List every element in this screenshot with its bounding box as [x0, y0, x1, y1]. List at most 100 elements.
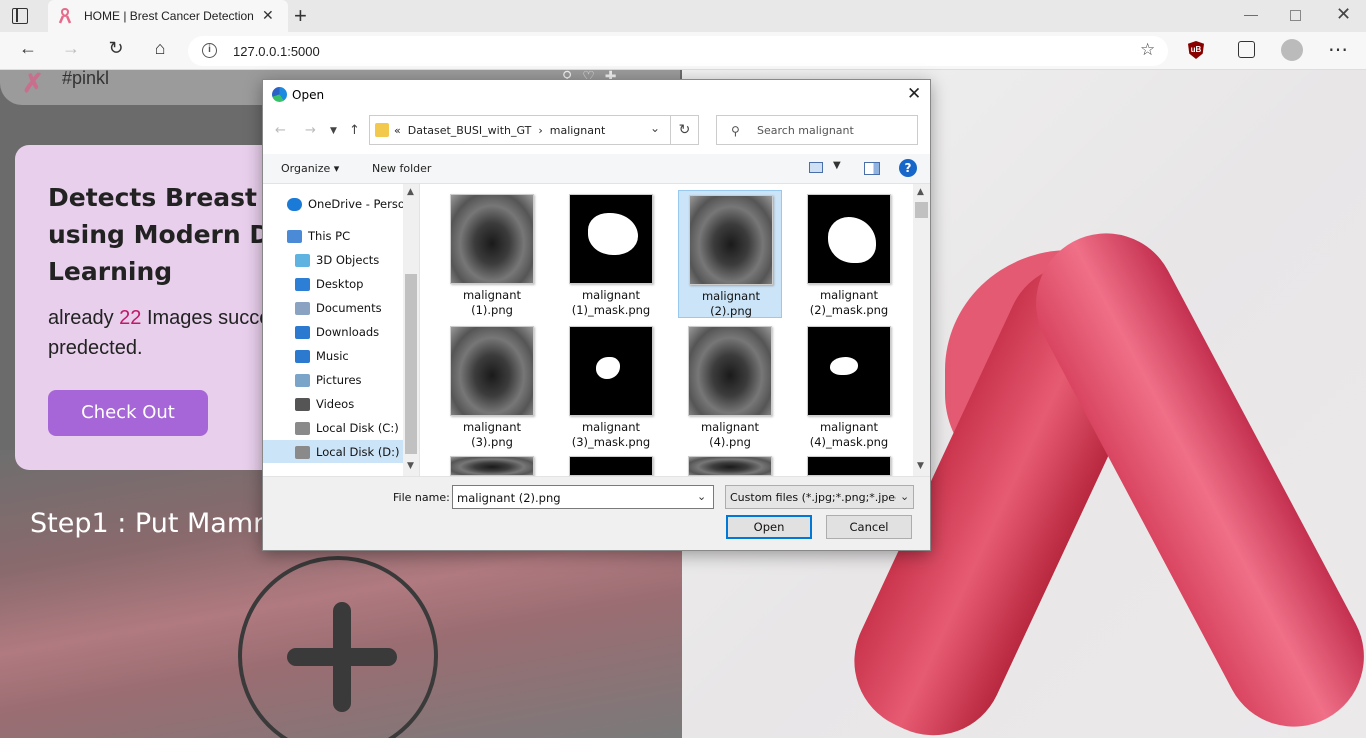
scroll-up-icon[interactable]: ▲ — [407, 187, 414, 197]
recent-locations-icon[interactable]: ▼ — [330, 126, 337, 136]
nav-item[interactable]: Local Disk (C:) — [316, 421, 399, 435]
path-prefix[interactable]: « — [394, 124, 401, 137]
mask-region — [588, 213, 638, 255]
mask-region — [596, 357, 620, 379]
search-icon: ⚲ — [731, 124, 740, 138]
files-pane: malignant (1).png malignant (1)_mask.png m… — [419, 184, 930, 476]
collections-icon[interactable] — [1238, 41, 1255, 58]
file-item[interactable]: malignant (4).png — [678, 322, 782, 450]
navigation-bar: ← → ↻ ⌂ i 127.0.0.1:5000 ☆ uB ⋯ — [0, 32, 1366, 70]
nav-item[interactable]: Downloads — [316, 325, 379, 339]
mask-region — [828, 217, 876, 263]
thumbnail-partial — [450, 456, 534, 476]
music-note-icon — [295, 350, 310, 363]
path-parent[interactable]: Dataset_BUSI_with_GT — [408, 124, 532, 137]
file-name-label: File name: — [393, 491, 450, 504]
files-scroll-thumb[interactable] — [915, 202, 928, 218]
tab-actions-icon[interactable] — [12, 8, 28, 24]
settings-menu-icon[interactable]: ⋯ — [1328, 37, 1349, 62]
refresh-icon[interactable]: ↻ — [103, 38, 129, 59]
files-scroll-down-icon[interactable]: ▼ — [917, 461, 924, 471]
file-item[interactable]: malignant (1)_mask.png — [559, 190, 663, 318]
file-item[interactable]: malignant (3).png — [440, 322, 544, 450]
nav-item[interactable]: Videos — [316, 397, 354, 411]
ribbon-logo-icon[interactable]: ✗ — [22, 70, 44, 99]
path-bar[interactable]: « Dataset_BUSI_with_GT › malignant ⌄ — [369, 115, 671, 145]
organize-menu[interactable]: Organize ▾ — [281, 162, 339, 175]
tab-close-icon[interactable]: ✕ — [262, 7, 274, 24]
new-tab-icon[interactable]: + — [294, 3, 307, 29]
path-separator[interactable]: › — [538, 124, 542, 137]
cube-icon — [295, 254, 310, 267]
file-label: malignant (2).png — [701, 289, 761, 318]
file-item[interactable]: malignant (2).png — [678, 190, 782, 318]
preview-pane-icon[interactable] — [864, 162, 880, 175]
drive-icon — [295, 446, 310, 459]
dialog-refresh-icon[interactable]: ↻ — [671, 115, 699, 145]
command-bar: Organize ▾ New folder ▼ ? — [263, 154, 930, 184]
desktop-icon — [295, 278, 310, 291]
nav-item[interactable]: 3D Objects — [316, 253, 379, 267]
folder-icon — [375, 123, 389, 137]
plus-icon-vertical — [333, 602, 351, 712]
file-name-input[interactable]: malignant (2).png ⌄ — [452, 485, 714, 509]
nav-item[interactable]: Documents — [316, 301, 382, 315]
search-placeholder[interactable]: Search malignant — [757, 124, 854, 137]
file-item[interactable]: malignant (3)_mask.png — [559, 322, 663, 450]
files-scroll-up-icon[interactable]: ▲ — [917, 187, 924, 197]
home-icon[interactable]: ⌂ — [147, 38, 173, 59]
check-out-button[interactable]: Check Out — [48, 390, 208, 436]
file-label: malignant (3)_mask.png — [571, 420, 651, 449]
dialog-back-icon[interactable]: ← — [275, 123, 286, 138]
new-folder-button[interactable]: New folder — [372, 162, 431, 175]
pc-icon — [287, 230, 302, 243]
nav-item[interactable]: Pictures — [316, 373, 362, 387]
ublock-extension-icon[interactable]: uB — [1188, 41, 1204, 59]
dialog-close-icon[interactable]: ✕ — [907, 84, 921, 104]
navigation-pane: OneDrive - Person This PC 3D Objects Deskto… — [263, 184, 419, 476]
up-folder-icon[interactable]: ↑ — [349, 123, 360, 138]
restore-icon[interactable] — [1290, 10, 1301, 21]
mask-thumbnail — [807, 326, 891, 416]
profile-avatar[interactable] — [1281, 39, 1303, 61]
browser-tab[interactable]: HOME | Brest Cancer Detection ✕ — [48, 0, 288, 32]
url-text[interactable]: 127.0.0.1:5000 — [233, 44, 320, 59]
scroll-down-icon[interactable]: ▼ — [407, 461, 414, 471]
search-box[interactable]: ⚲ Search malignant — [716, 115, 918, 145]
dialog-forward-icon[interactable]: → — [305, 123, 316, 138]
nav-scroll-thumb[interactable] — [405, 274, 417, 454]
path-dropdown-icon[interactable]: ⌄ — [650, 121, 660, 135]
back-icon[interactable]: ← — [15, 38, 41, 59]
help-icon[interactable]: ? — [899, 159, 917, 177]
nav-item[interactable]: This PC — [308, 229, 350, 243]
nav-item[interactable]: Music — [316, 349, 349, 363]
file-label: malignant (3).png — [462, 420, 522, 449]
nav-item[interactable]: Desktop — [316, 277, 363, 291]
file-name-dropdown-icon[interactable]: ⌄ — [697, 490, 706, 503]
thumbnail-partial — [807, 456, 891, 476]
file-type-dropdown-icon[interactable]: ⌄ — [900, 490, 909, 503]
cancel-button[interactable]: Cancel — [826, 515, 912, 539]
files-scrollbar[interactable]: ▲ ▼ — [913, 184, 930, 476]
window-close-icon[interactable]: ✕ — [1336, 4, 1351, 25]
nav-item[interactable]: OneDrive - Person — [308, 197, 412, 211]
nav-scrollbar[interactable]: ▲ ▼ — [403, 184, 419, 476]
minimize-icon[interactable]: — — [1244, 6, 1258, 22]
nav-item[interactable]: Local Disk (D:) — [316, 445, 400, 459]
file-item[interactable]: malignant (2)_mask.png — [797, 190, 901, 318]
site-info-icon[interactable]: i — [202, 43, 217, 58]
address-bar[interactable]: i 127.0.0.1:5000 ☆ — [188, 36, 1168, 66]
add-favorite-icon[interactable]: ☆ — [1140, 40, 1155, 60]
file-type-value[interactable]: Custom files (*.jpg;*.png;*.jpeg — [730, 491, 896, 504]
file-type-select[interactable]: Custom files (*.jpg;*.png;*.jpeg ⌄ — [725, 485, 914, 509]
file-name-value[interactable]: malignant (2).png — [457, 491, 561, 505]
change-view-icon[interactable] — [809, 162, 823, 173]
open-button[interactable]: Open — [726, 515, 812, 539]
forward-icon[interactable]: → — [58, 38, 84, 59]
site-name[interactable]: #pinkl — [62, 70, 109, 89]
file-item[interactable]: malignant (4)_mask.png — [797, 322, 901, 450]
path-current[interactable]: malignant — [550, 124, 606, 137]
dialog-title: Open — [292, 88, 325, 102]
file-item[interactable]: malignant (1).png — [440, 190, 544, 318]
view-options-chevron-icon[interactable]: ▼ — [833, 160, 841, 171]
